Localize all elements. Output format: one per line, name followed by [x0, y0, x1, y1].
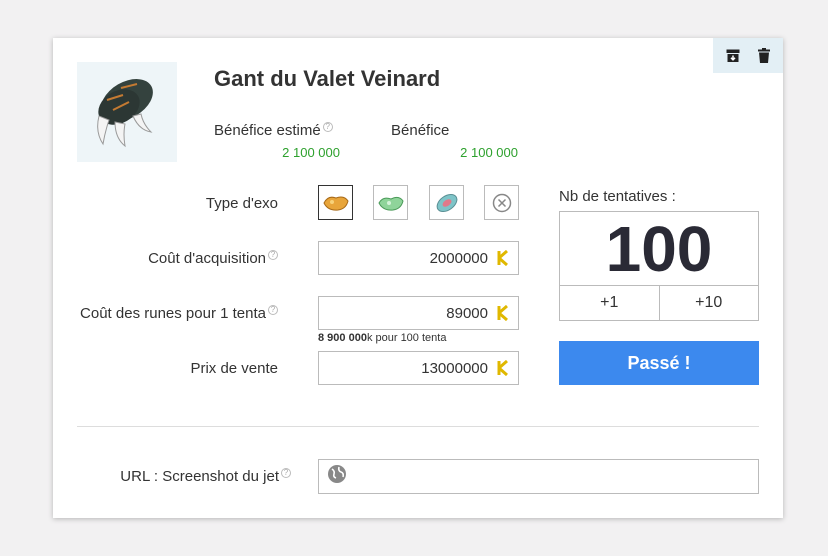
passe-button[interactable]: Passé !: [559, 341, 759, 385]
sale-price-label: Prix de vente: [190, 360, 278, 377]
profit-value: 2 100 000: [460, 145, 518, 160]
kama-icon: [496, 249, 510, 267]
exo-type-label: Type d'exo: [205, 195, 278, 212]
exo-option-pa[interactable]: [318, 185, 353, 220]
help-icon: ?: [322, 122, 333, 132]
exo-option-none[interactable]: [484, 185, 519, 220]
help-icon: ?: [281, 468, 291, 478]
estimated-profit-label: Bénéfice estimé?: [214, 122, 333, 139]
divider: [77, 426, 759, 427]
kama-icon: [496, 304, 510, 322]
runes-cost-input[interactable]: 89000: [318, 296, 519, 330]
attempts-label: Nb de tentatives :: [559, 188, 676, 205]
help-icon: ?: [268, 250, 278, 260]
item-image: [77, 62, 177, 162]
kama-icon: [496, 359, 510, 377]
help-icon: ?: [268, 305, 278, 315]
estimated-profit-value: 2 100 000: [282, 145, 340, 160]
plus-ten-button[interactable]: +10: [658, 286, 759, 320]
sale-price-input[interactable]: 13000000: [318, 351, 519, 385]
profit-label: Bénéfice: [391, 122, 450, 139]
exo-option-po[interactable]: [429, 185, 464, 220]
item-card: Gant du Valet Veinard Bénéfice estimé? 2…: [53, 38, 783, 518]
url-label: URL : Screenshot du jet?: [53, 468, 291, 485]
runes-cost-label: Coût des runes pour 1 tenta?: [53, 305, 278, 322]
trash-icon[interactable]: [751, 43, 777, 69]
url-input[interactable]: [318, 459, 759, 494]
archive-icon[interactable]: [720, 43, 746, 69]
acquisition-label: Coût d'acquisition?: [53, 250, 278, 267]
runes-total-note: 8 900 000k pour 100 tenta: [318, 332, 447, 344]
globe-icon: [327, 464, 347, 489]
plus-one-button[interactable]: +1: [560, 286, 659, 320]
acquisition-input[interactable]: 2000000: [318, 241, 519, 275]
item-title: Gant du Valet Veinard: [214, 66, 441, 91]
card-actions: [713, 38, 783, 73]
attempts-value: 100: [560, 212, 758, 286]
exo-option-pm[interactable]: [373, 185, 408, 220]
attempts-counter: 100 +1 +10: [559, 211, 759, 321]
